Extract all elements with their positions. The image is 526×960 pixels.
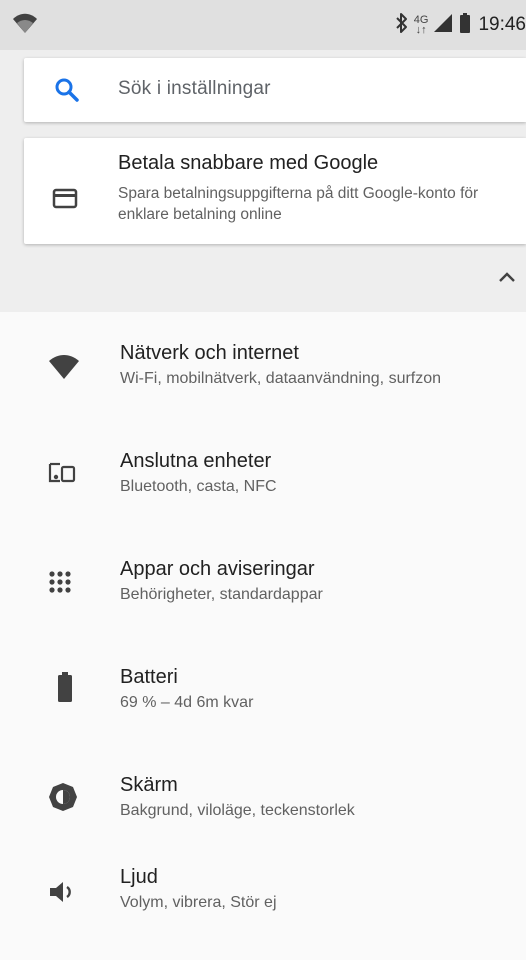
settings-item-network[interactable]: Nätverk och internet Wi-Fi, mobilnätverk… [14,312,526,420]
credit-card-icon [52,188,78,215]
settings-item-title: Appar och aviseringar [120,558,315,580]
settings-item-title: Ljud [120,866,158,888]
wifi-icon [12,12,38,39]
clock: 19:46 [478,14,526,35]
devices-icon [48,461,78,490]
search-bar[interactable]: Sök i inställningar [24,58,526,122]
status-bar: 4G ↓↑ 19:46 [0,0,526,50]
suggestion-card[interactable]: Betala snabbare med Google Spara betalni… [24,138,526,244]
suggestion-subtitle: Spara betalningsuppgifterna på ditt Goog… [118,185,479,223]
settings-item-title: Anslutna enheter [120,450,272,472]
wifi-icon [48,354,80,385]
settings-item-connected-devices[interactable]: Anslutna enheter Bluetooth, casta, NFC [14,420,526,528]
network-type-text: 4G [413,14,429,26]
volume-icon [48,880,78,909]
search-icon [54,77,80,108]
network-type-label: 4G ↓↑ [413,14,429,36]
suggestion-title: Betala snabbare med Google [118,152,379,174]
signal-icon [432,12,454,39]
settings-item-display[interactable]: Skärm Bakgrund, viloläge, teckenstorlek [14,744,526,852]
search-input[interactable]: Sök i inställningar [118,78,271,100]
status-icons: 4G ↓↑ 19:46 [394,12,526,38]
settings-item-subtitle: Wi-Fi, mobilnätverk, dataanvändning, sur… [120,370,442,387]
battery-icon [58,672,72,707]
brightness-icon [48,782,78,817]
settings-item-subtitle: Bakgrund, viloläge, teckenstorlek [120,802,355,819]
settings-item-battery[interactable]: Batteri 69 % – 4d 6m kvar [14,636,526,744]
settings-item-title: Batteri [120,666,178,688]
settings-item-title: Skärm [120,774,178,796]
bluetooth-icon [394,12,410,39]
settings-item-subtitle: 69 % – 4d 6m kvar [120,694,254,711]
settings-list: Nätverk och internet Wi-Fi, mobilnätverk… [14,312,526,932]
settings-item-subtitle: Bluetooth, casta, NFC [120,478,277,495]
settings-item-title: Nätverk och internet [120,342,299,364]
settings-item-sound[interactable]: Ljud Volym, vibrera, Stör ej [14,852,526,960]
chevron-up-icon[interactable] [496,268,518,291]
settings-item-subtitle: Behörigheter, standardappar [120,586,323,603]
settings-item-apps[interactable]: Appar och aviseringar Behörigheter, stan… [14,528,526,636]
battery-icon [460,12,471,39]
settings-item-subtitle: Volym, vibrera, Stör ej [120,894,277,911]
apps-grid-icon [48,570,72,599]
